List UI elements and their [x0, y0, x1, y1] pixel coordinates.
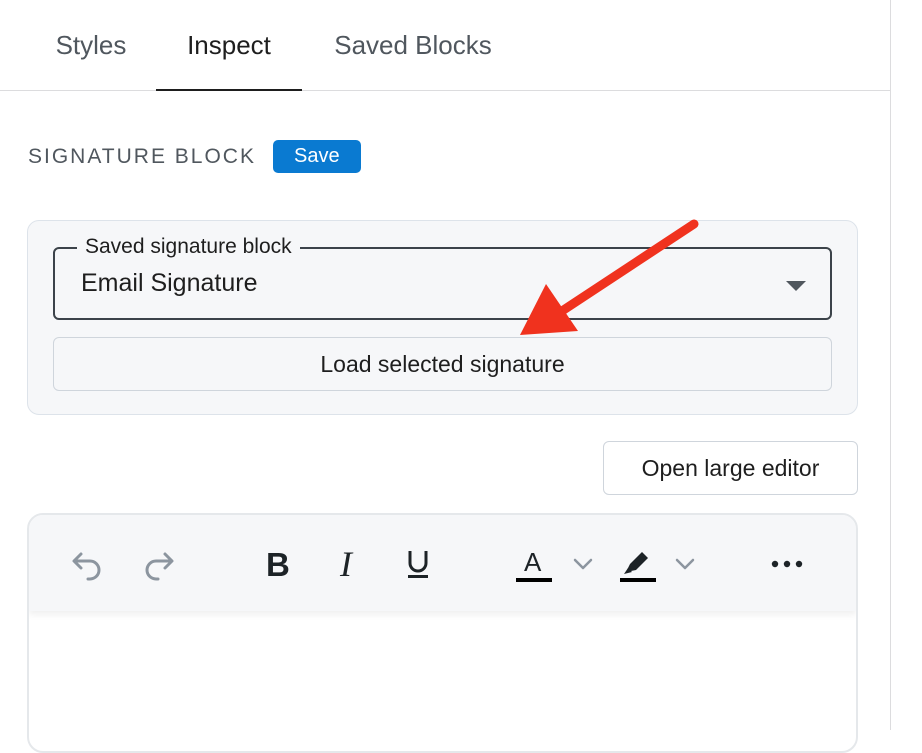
- signature-select-value[interactable]: Email Signature: [81, 269, 257, 298]
- tab-styles[interactable]: Styles: [30, 0, 152, 91]
- section-title: SIGNATURE BLOCK: [28, 144, 256, 168]
- redo-icon[interactable]: [139, 543, 179, 585]
- dropdown-caret-icon[interactable]: [786, 281, 806, 291]
- signature-select[interactable]: Saved signature block Email Signature: [53, 234, 832, 320]
- undo-icon[interactable]: [67, 543, 107, 585]
- section-header: SIGNATURE BLOCK Save: [28, 140, 361, 173]
- chevron-down-icon[interactable]: [671, 543, 699, 585]
- sidebar-panel: Styles Inspect Saved Blocks SIGNATURE BL…: [0, 0, 891, 753]
- svg-text:A: A: [524, 547, 542, 577]
- signature-card: Saved signature block Email Signature Lo…: [27, 220, 858, 415]
- tab-inspect[interactable]: Inspect: [156, 0, 302, 91]
- tab-saved-blocks[interactable]: Saved Blocks: [310, 0, 516, 91]
- svg-text:B: B: [266, 547, 290, 581]
- rich-text-editor: B I A: [27, 513, 858, 753]
- open-large-editor-button[interactable]: Open large editor: [603, 441, 858, 495]
- svg-text:I: I: [339, 547, 354, 581]
- italic-icon[interactable]: I: [329, 543, 367, 585]
- load-signature-button[interactable]: Load selected signature: [53, 337, 832, 391]
- text-color-icon[interactable]: A: [513, 543, 555, 585]
- highlight-icon[interactable]: [617, 543, 659, 585]
- signature-select-legend: Saved signature block: [77, 234, 300, 260]
- underline-icon[interactable]: [399, 543, 437, 585]
- save-button[interactable]: Save: [272, 140, 361, 173]
- more-icon[interactable]: [767, 543, 807, 585]
- chevron-down-icon[interactable]: [569, 543, 597, 585]
- editor-toolbar: B I A: [29, 515, 856, 611]
- tab-bar: Styles Inspect Saved Blocks: [0, 0, 890, 91]
- bold-icon[interactable]: B: [259, 543, 297, 585]
